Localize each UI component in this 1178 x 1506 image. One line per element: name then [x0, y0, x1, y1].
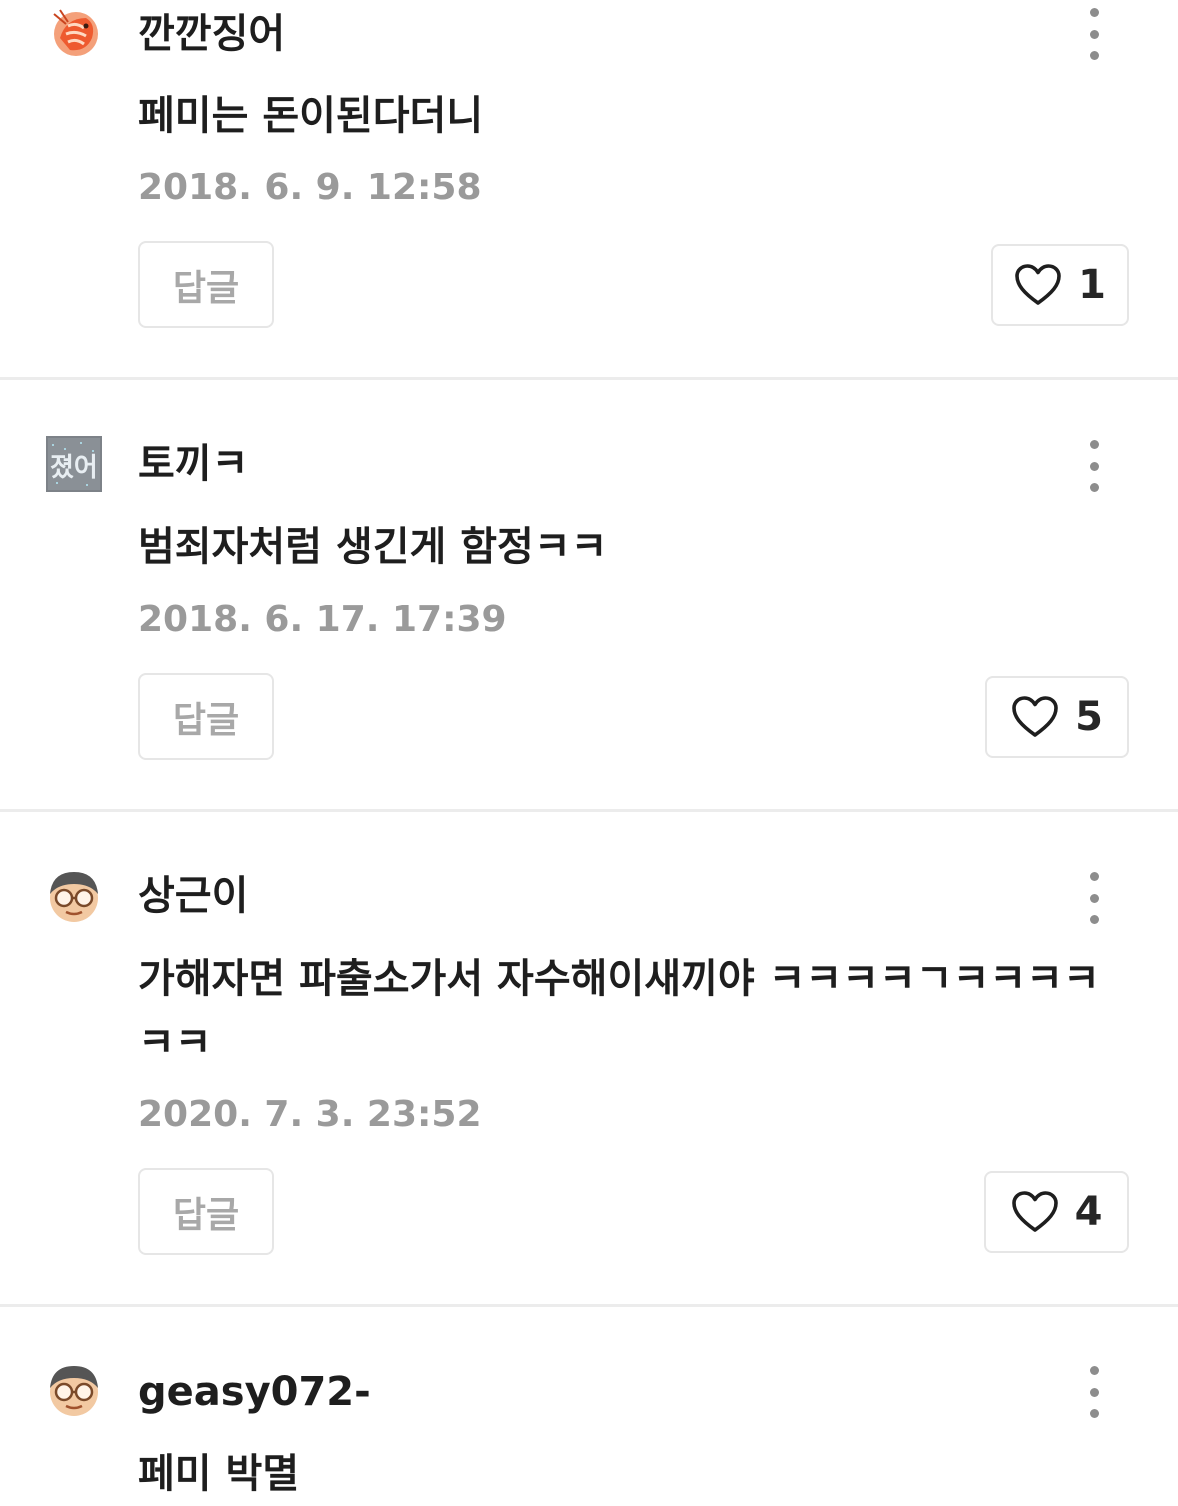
reply-button[interactable]: 답글 — [138, 241, 274, 328]
comment-author[interactable]: 토끼ㅋ — [138, 440, 248, 488]
like-count: 5 — [1075, 694, 1103, 740]
like-button[interactable]: 5 — [985, 676, 1129, 758]
heart-outline-icon — [1015, 264, 1061, 305]
svg-text:졌어: 졌어 — [50, 453, 98, 483]
comment-text: 범죄자처럼 생긴게 함정ㅋㅋ — [138, 524, 608, 570]
reply-button[interactable]: 답글 — [138, 1168, 274, 1255]
glasses-face-avatar-icon[interactable] — [46, 1362, 102, 1418]
comment-author[interactable]: 상근이 — [138, 872, 248, 920]
comment-date: 2018. 6. 9. 12:58 — [138, 167, 482, 208]
like-button[interactable]: 1 — [991, 244, 1129, 326]
heart-outline-icon — [1011, 1191, 1058, 1232]
more-vertical-icon[interactable] — [1080, 438, 1108, 494]
glasses-face-avatar-icon[interactable] — [46, 868, 102, 924]
shrimp-avatar-icon[interactable] — [46, 4, 102, 60]
comment-date: 2020. 7. 3. 23:52 — [138, 1094, 482, 1135]
comment-author[interactable]: geasy072- — [138, 1368, 371, 1416]
comment-text: 가해자면 파출소가서 자수해이새끼야 ㅋㅋㅋㅋㄱㅋㅋㅋㅋㅋㅋ — [138, 956, 1100, 1066]
comment-divider — [0, 377, 1178, 380]
comment-divider — [0, 809, 1178, 812]
like-button[interactable]: 4 — [984, 1171, 1129, 1253]
heart-outline-icon — [1012, 696, 1058, 737]
reply-button[interactable]: 답글 — [138, 673, 274, 760]
more-vertical-icon[interactable] — [1080, 870, 1108, 926]
comment-author[interactable]: 깐깐징어 — [138, 10, 285, 58]
like-count: 1 — [1078, 262, 1106, 308]
comment-divider — [0, 1304, 1178, 1307]
comment-text: 페미 박멸 — [138, 1451, 300, 1497]
comment-text: 페미는 돈이된다더니 — [138, 93, 484, 139]
like-count: 4 — [1074, 1189, 1103, 1235]
comment-date: 2018. 6. 17. 17:39 — [138, 599, 507, 640]
text-avatar-icon[interactable]: 졌어 — [46, 436, 102, 492]
more-vertical-icon[interactable] — [1080, 1364, 1108, 1420]
more-vertical-icon[interactable] — [1080, 6, 1108, 62]
